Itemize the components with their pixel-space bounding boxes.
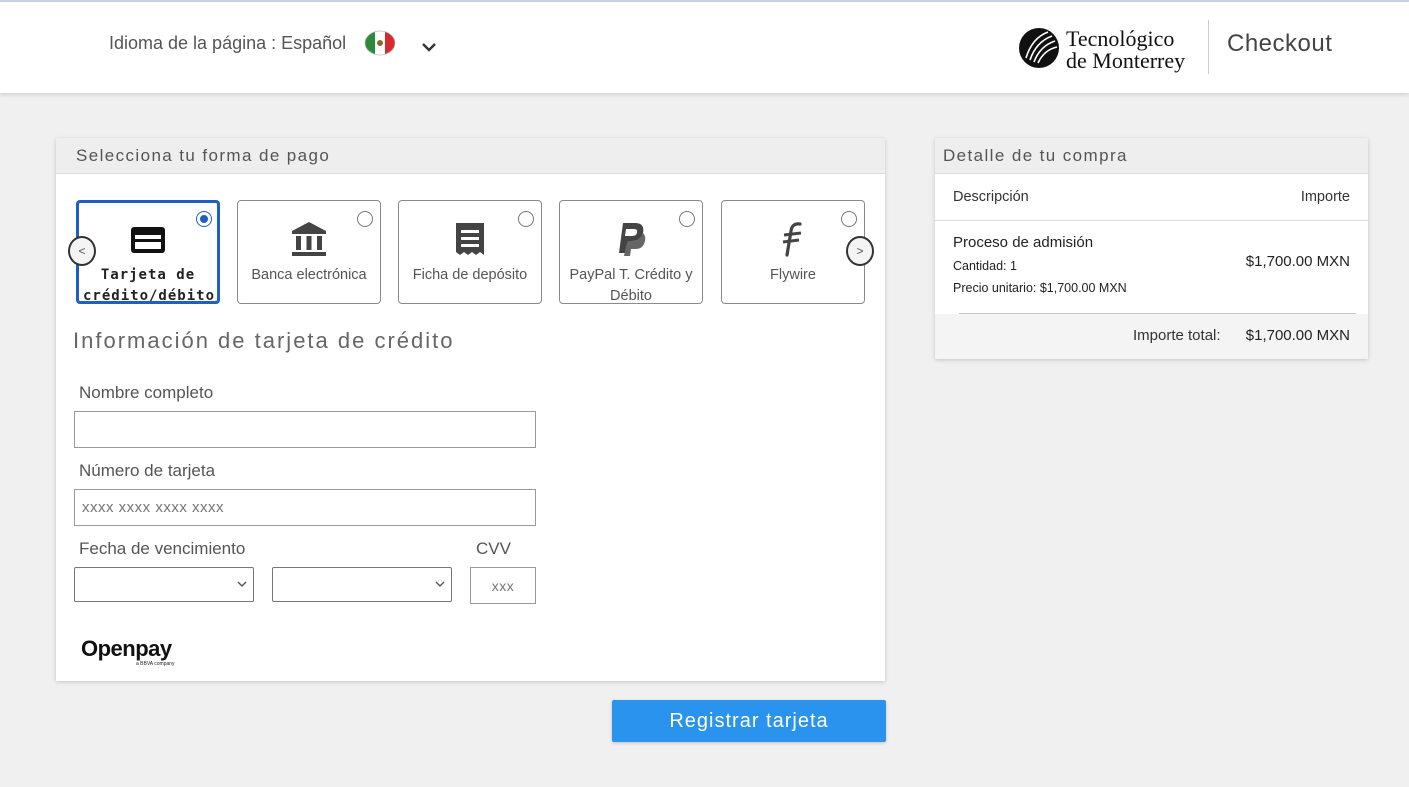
expiry-year-select[interactable] [272,567,452,602]
name-label: Nombre completo [79,383,214,402]
item-unit-price: Precio unitario: $1,700.00 MXN [953,281,1127,295]
tec-monterrey-logo: Tecnológico de Monterrey [1019,26,1185,73]
item-name: Proceso de admisión [953,234,1094,251]
method-radio-deposit[interactable] [518,211,534,227]
method-bank-transfer[interactable]: Banca electrónica [237,200,381,304]
method-radio-credit-card[interactable] [196,211,212,227]
flywire-icon [782,222,802,257]
card-info-title: Información de tarjeta de crédito [73,328,455,353]
card-number-label: Número de tarjeta [79,461,216,480]
payment-method-panel: Selecciona tu forma de pago Tarjeta de c… [56,138,885,681]
method-label: Flywire [770,267,816,283]
method-radio-flywire[interactable] [841,211,857,227]
method-label: Banca electrónica [251,267,367,283]
bank-icon [292,222,326,256]
chevron-down-icon[interactable] [420,40,438,54]
mexico-flag-icon[interactable] [364,30,396,56]
paypal-icon [619,223,646,256]
carousel-next-button[interactable]: > [846,236,874,266]
credit-card-icon [131,227,165,253]
total-label: Importe total: [1133,327,1221,344]
payment-panel-header: Selecciona tu forma de pago [56,138,885,174]
method-deposit-slip[interactable]: Ficha de depósito [398,200,542,304]
carousel-prev-button[interactable]: < [68,236,96,266]
total-amount: $1,700.00 MXN [1245,327,1350,344]
method-paypal[interactable]: PayPal T. Crédito y Débito [559,200,703,304]
register-card-button[interactable]: Registrar tarjeta [612,700,886,742]
full-name-input[interactable] [74,411,536,448]
method-label: Tarjeta de crédito/débito [83,267,216,304]
logo-divider [1208,20,1209,74]
method-flywire[interactable]: Flywire [721,200,865,304]
item-quantity: Cantidad: 1 [953,259,1017,273]
item-amount: $1,700.00 MXN [1245,253,1350,270]
total-divider [959,313,1356,314]
method-label: Ficha de depósito [412,267,528,283]
method-credit-card[interactable]: Tarjeta de crédito/débito [76,200,220,304]
order-panel-header: Detalle de tu compra [935,138,1368,174]
header-divider [935,220,1368,221]
method-radio-bank[interactable] [357,211,373,227]
cvv-label: CVV [476,539,511,558]
expiry-label: Fecha de vencimiento [79,539,246,558]
svg-text:de Monterrey: de Monterrey [1066,48,1185,73]
column-amount: Importe [1300,189,1350,205]
column-description: Descripción [953,189,1029,205]
order-detail-panel: Detalle de tu compra Descripción Importe… [935,138,1368,359]
payment-panel-title: Selecciona tu forma de pago [76,146,331,165]
openpay-logo: Openpay a BBVA company [81,636,175,667]
order-panel-title: Detalle de tu compra [943,146,1128,165]
receipt-icon [456,223,484,255]
method-radio-paypal[interactable] [679,211,695,227]
method-label: PayPal T. Crédito y Débito [569,267,693,304]
chevron-down-icon [435,581,445,587]
checkout-title: Checkout [1227,30,1333,57]
chevron-down-icon [237,581,247,587]
cvv-input[interactable] [470,567,536,604]
card-number-input[interactable] [74,489,536,526]
page-header: Idioma de la página : Español Tecnológic… [0,2,1409,93]
language-label: Idioma de la página : Español [109,33,347,53]
expiry-month-select[interactable] [74,567,254,602]
